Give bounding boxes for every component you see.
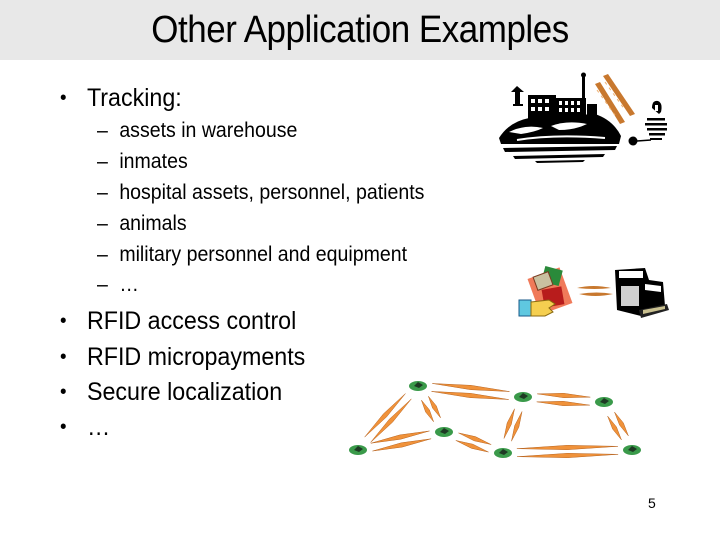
bullet-label: Secure localization [86, 378, 283, 406]
bullet-rfid-access-control: • RFID access control [60, 306, 296, 336]
bullet-glyph: • [60, 310, 67, 332]
bullet-label: RFID access control [86, 307, 297, 335]
sub-item: – inmates [97, 149, 188, 175]
bullet-more: •… [60, 412, 110, 442]
prison-island-tracking-icon [499, 72, 667, 163]
bullet-secure-localization: • Secure localization [60, 377, 282, 407]
slide-body: • Tracking: – assets in warehouse – inmates… [0, 0, 720, 540]
sensor-node-icon [409, 381, 427, 391]
sensor-node-icon [349, 445, 367, 455]
radio-link-icon [432, 383, 510, 392]
dash-glyph: – [97, 273, 108, 296]
bullet-label: RFID micropayments [86, 343, 306, 371]
radio-link-icon [536, 401, 590, 406]
sensor-node-icon [595, 397, 613, 407]
dash-glyph: – [97, 119, 108, 142]
dash-glyph: – [97, 212, 108, 235]
sensor-node-icon [494, 448, 512, 458]
sensor-node-icon [514, 392, 532, 402]
dash-glyph: – [97, 150, 108, 173]
radio-link-icon [517, 453, 619, 458]
radio-link-icon [431, 391, 509, 400]
sub-item: – assets in warehouse [97, 118, 297, 144]
bullet-label: Tracking: [86, 84, 182, 112]
radio-link-icon [516, 445, 618, 450]
bullet-tracking: • Tracking: [60, 83, 182, 113]
bullet-rfid-micropayments: • RFID micropayments [60, 342, 305, 372]
sub-item-label: military personnel and equipment [119, 243, 408, 266]
sub-item-label: … [119, 273, 139, 296]
dash-glyph: – [97, 181, 108, 204]
sensor-node-icon [623, 445, 641, 455]
sub-item-label: hospital assets, personnel, patients [119, 181, 425, 204]
sub-item: –… [97, 272, 139, 298]
radio-link-icon [364, 393, 406, 438]
micropayment-icon [518, 265, 669, 318]
sub-item: – animals [97, 211, 187, 237]
dash-glyph: – [97, 243, 108, 266]
bullet-label: … [86, 413, 111, 441]
sensor-network-icon [349, 381, 641, 458]
sub-item-label: inmates [119, 150, 188, 173]
sub-item-label: animals [119, 212, 187, 235]
sub-item: – military personnel and equipment [97, 242, 407, 268]
page-number: 5 [648, 495, 656, 511]
sub-item: – hospital assets, personnel, patients [97, 180, 424, 206]
bullet-glyph: • [60, 87, 67, 109]
sensor-node-icon [435, 427, 453, 437]
bullet-glyph: • [60, 416, 67, 438]
bullet-glyph: • [60, 346, 67, 368]
radio-link-icon [537, 393, 591, 398]
bullet-glyph: • [60, 381, 67, 403]
sub-item-label: assets in warehouse [119, 119, 298, 142]
